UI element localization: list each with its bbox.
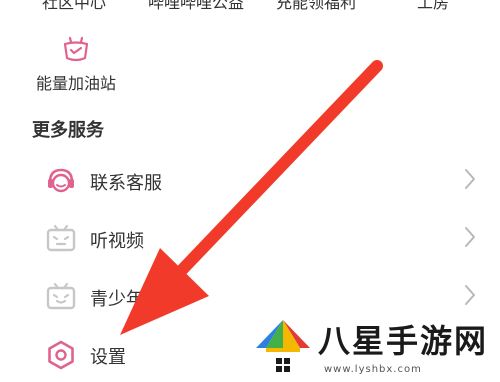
tv-child-icon [46, 282, 76, 310]
menu-item-workshop[interactable]: 工房 [417, 0, 449, 13]
chevron-right-icon [465, 285, 475, 305]
menu-item-recharge-welfare[interactable]: 充能领福利 [276, 0, 356, 13]
list-item-listen-video[interactable]: 听视频 [0, 210, 500, 266]
watermark-url: www.lyshbx.com [324, 364, 422, 375]
customer-service-icon [48, 168, 74, 193]
tv-headphone-icon [46, 224, 76, 252]
list-item-label: 青少年守 [90, 289, 162, 310]
list-item-label: 听视频 [90, 231, 144, 252]
gas-station-icon [63, 36, 89, 62]
menu-item-bilibili-charity[interactable]: 哔哩哔哩公益 [148, 0, 244, 13]
top-menu-row: 社区中心 哔哩哔哩公益 充能领福利 工房 [0, 0, 500, 13]
watermark: 八星手游网 www.lyshbx.com [248, 306, 500, 382]
menu-item-community-center[interactable]: 社区中心 [42, 0, 106, 13]
list-item-customer-service[interactable]: 联系客服 [0, 152, 500, 208]
watermark-title: 八星手游网 [318, 322, 489, 360]
list-item-label: 设置 [90, 347, 126, 368]
energy-station-entry[interactable]: 能量加油站 [36, 36, 116, 94]
chevron-right-icon [465, 169, 475, 189]
settings-icon [48, 340, 74, 370]
energy-station-label: 能量加油站 [36, 74, 117, 93]
chevron-right-icon [465, 227, 475, 247]
more-services-title: 更多服务 [32, 120, 104, 141]
list-item-label: 联系客服 [90, 173, 162, 194]
colorful-house-logo-icon [256, 320, 310, 372]
